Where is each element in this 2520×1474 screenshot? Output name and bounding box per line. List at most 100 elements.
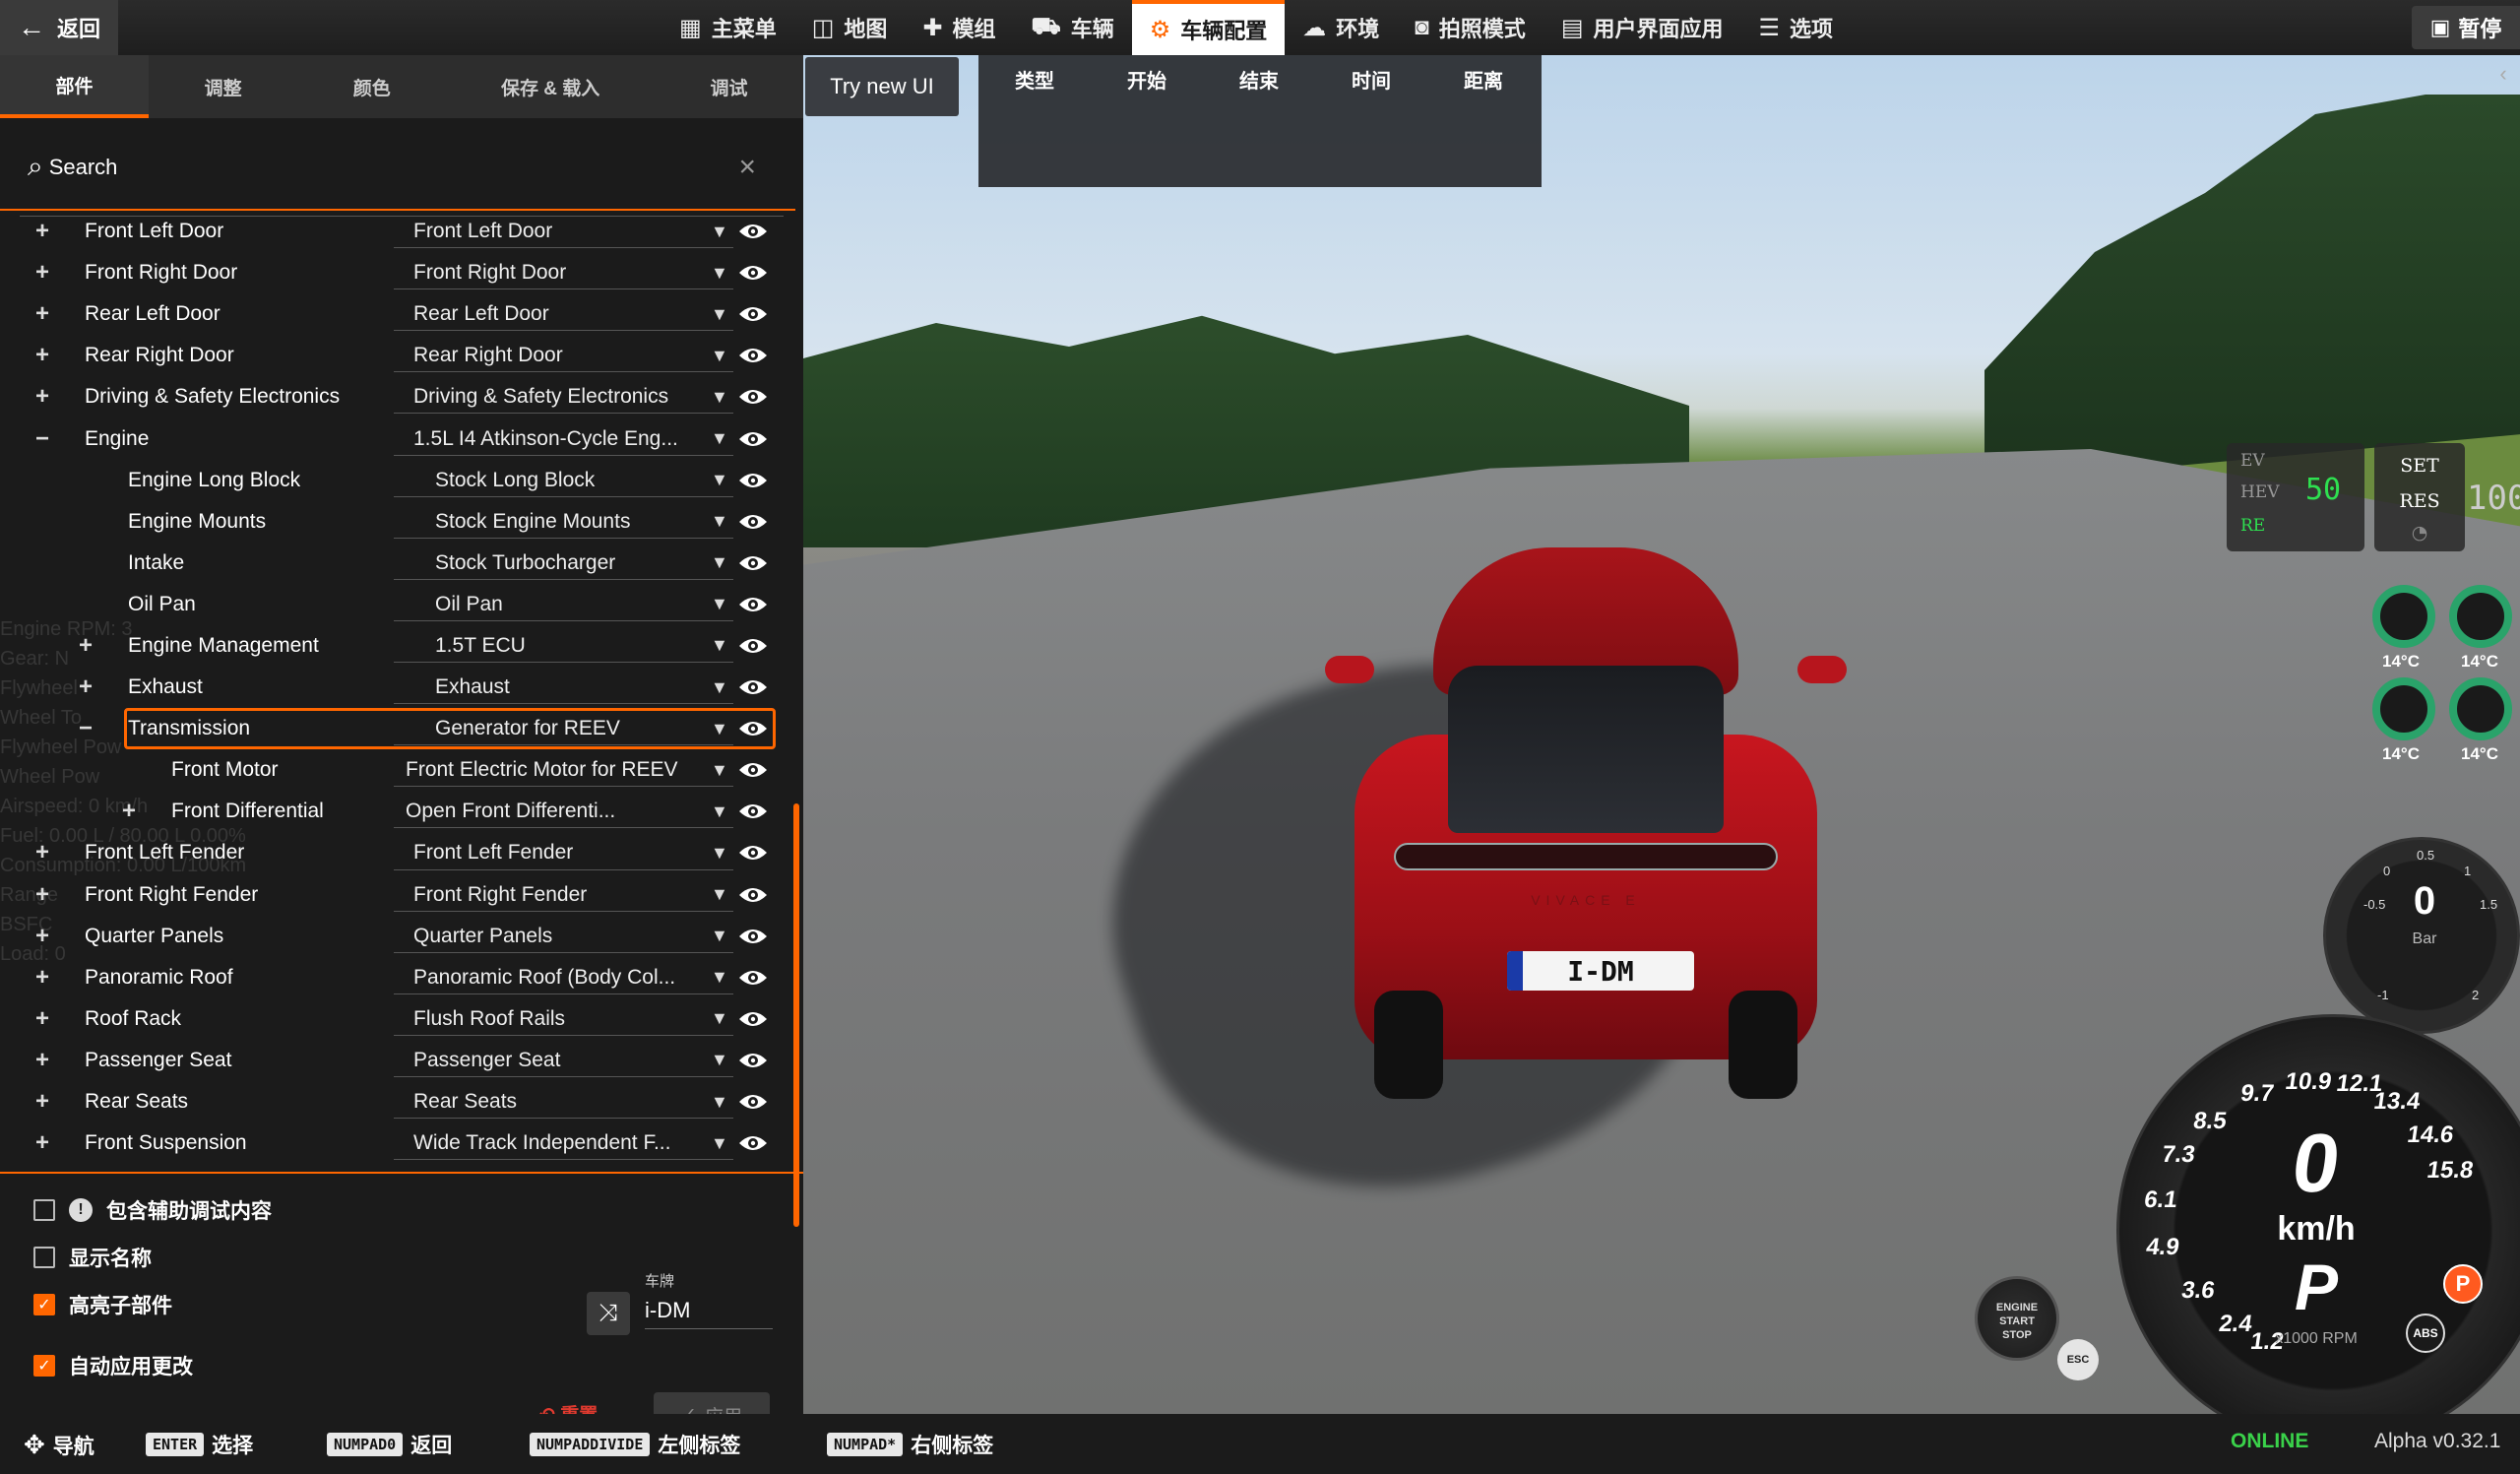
part-value-select[interactable]: Wide Track Independent F...: [413, 1131, 699, 1155]
part-value-select[interactable]: Front Right Fender: [413, 883, 699, 907]
part-value-select[interactable]: Quarter Panels: [413, 925, 699, 948]
clear-search-icon[interactable]: ×: [738, 151, 756, 184]
part-value-select[interactable]: Stock Turbocharger: [435, 551, 721, 575]
part-row[interactable]: + Rear Left Door Rear Left Door ▼: [0, 293, 795, 335]
part-row[interactable]: Oil Pan Oil Pan ▼: [0, 584, 795, 625]
chevron-down-icon[interactable]: ▼: [711, 304, 728, 325]
eye-icon[interactable]: [738, 636, 768, 656]
part-row[interactable]: + Engine Management 1.5T ECU ▼: [0, 625, 795, 667]
part-row[interactable]: + Front Differential Open Front Differenti…: [0, 791, 795, 832]
eye-icon[interactable]: [738, 471, 768, 490]
expand-toggle-icon[interactable]: +: [35, 342, 49, 369]
chevron-down-icon[interactable]: ▼: [711, 428, 728, 449]
part-value-select[interactable]: Exhaust: [435, 675, 721, 699]
part-value-select[interactable]: Stock Engine Mounts: [435, 510, 721, 534]
chevron-down-icon[interactable]: ▼: [711, 263, 728, 284]
part-value-select[interactable]: Generator for REEV: [435, 717, 721, 740]
nav-photo-mode[interactable]: ◙ 拍照模式: [1397, 0, 1544, 55]
chevron-down-icon[interactable]: ▼: [711, 1133, 728, 1154]
part-value-select[interactable]: Front Left Fender: [413, 841, 699, 865]
esc-button[interactable]: ESC: [2057, 1339, 2099, 1380]
expand-toggle-icon[interactable]: +: [35, 300, 49, 328]
expand-toggle-icon[interactable]: +: [35, 1047, 49, 1074]
expand-toggle-icon[interactable]: +: [35, 383, 49, 411]
eye-icon[interactable]: [738, 927, 768, 946]
include-aux-checkbox[interactable]: [33, 1199, 55, 1221]
part-value-select[interactable]: Flush Roof Rails: [413, 1007, 699, 1031]
tab-parts[interactable]: 部件: [0, 55, 150, 118]
expand-toggle-icon[interactable]: +: [35, 1129, 49, 1157]
part-value-select[interactable]: Front Right Door: [413, 261, 699, 285]
part-row[interactable]: + Driving & Safety Electronics Driving & S…: [0, 376, 795, 417]
eye-icon[interactable]: [738, 595, 768, 614]
part-value-select[interactable]: Rear Seats: [413, 1090, 699, 1114]
expand-toggle-icon[interactable]: +: [35, 1088, 49, 1116]
eye-icon[interactable]: [738, 1133, 768, 1153]
chevron-down-icon[interactable]: ▼: [711, 760, 728, 781]
chevron-down-icon[interactable]: ▼: [711, 387, 728, 408]
expand-toggle-icon[interactable]: +: [79, 632, 93, 660]
part-value-select[interactable]: Rear Right Door: [413, 344, 699, 367]
chevron-down-icon[interactable]: ▼: [711, 926, 728, 946]
part-row[interactable]: + Rear Right Door Rear Right Door ▼: [0, 335, 795, 376]
part-row[interactable]: − Transmission Generator for REEV ▼: [0, 708, 795, 750]
chevron-down-icon[interactable]: ▼: [711, 1050, 728, 1070]
part-value-select[interactable]: Stock Long Block: [435, 469, 721, 492]
tab-save-load[interactable]: 保存 & 载入: [446, 55, 655, 118]
highlight-parts-checkbox[interactable]: ✓: [33, 1294, 55, 1315]
eye-icon[interactable]: [738, 222, 768, 241]
eye-icon[interactable]: [738, 801, 768, 821]
part-row[interactable]: + Front Left Fender Front Left Fender ▼: [0, 832, 795, 873]
part-row[interactable]: + Exhaust Exhaust ▼: [0, 667, 795, 708]
eye-icon[interactable]: [738, 1009, 768, 1029]
chevron-down-icon[interactable]: ▼: [711, 719, 728, 739]
nav-vehicles[interactable]: ⛟ 车辆: [1014, 0, 1132, 55]
eye-icon[interactable]: [738, 429, 768, 449]
eye-icon[interactable]: [738, 512, 768, 532]
set-label[interactable]: SET: [2374, 455, 2465, 477]
chevron-down-icon[interactable]: ▼: [711, 1008, 728, 1029]
expand-toggle-icon[interactable]: +: [35, 259, 49, 287]
part-row[interactable]: + Front Right Fender Front Right Fender ▼: [0, 874, 795, 916]
part-row[interactable]: + Front Right Door Front Right Door ▼: [0, 252, 795, 293]
part-value-select[interactable]: Front Electric Motor for REEV: [406, 758, 691, 782]
expand-toggle-icon[interactable]: +: [79, 673, 93, 701]
chevron-down-icon[interactable]: ▼: [711, 843, 728, 864]
part-row[interactable]: + Roof Rack Flush Roof Rails ▼: [0, 998, 795, 1040]
tab-color[interactable]: 颜色: [297, 55, 446, 118]
plate-input[interactable]: i-DM: [645, 1294, 773, 1329]
chevron-down-icon[interactable]: ▼: [711, 470, 728, 490]
eye-icon[interactable]: [738, 968, 768, 988]
chevron-down-icon[interactable]: ▼: [711, 884, 728, 905]
tab-debug[interactable]: 调试: [655, 55, 803, 118]
nav-options[interactable]: ☰ 选项: [1741, 0, 1852, 55]
back-button[interactable]: ← 返回: [0, 0, 118, 55]
expand-toggle-icon[interactable]: +: [35, 1005, 49, 1033]
chevron-down-icon[interactable]: ▼: [711, 801, 728, 822]
eye-icon[interactable]: [738, 263, 768, 283]
chevron-down-icon[interactable]: ▼: [711, 635, 728, 656]
part-value-select[interactable]: Front Left Door: [413, 220, 699, 243]
eye-icon[interactable]: [738, 843, 768, 863]
option-auto-apply[interactable]: ✓ 自动应用更改: [33, 1351, 193, 1380]
part-row[interactable]: + Front Left Door Front Left Door ▼: [0, 211, 795, 252]
expand-toggle-icon[interactable]: +: [35, 881, 49, 909]
expand-toggle-icon[interactable]: −: [35, 425, 49, 453]
eye-icon[interactable]: [738, 553, 768, 573]
part-row[interactable]: Engine Mounts Stock Engine Mounts ▼: [0, 501, 795, 543]
expand-toggle-icon[interactable]: −: [79, 715, 93, 742]
tab-tuning[interactable]: 调整: [149, 55, 297, 118]
part-row[interactable]: Intake Stock Turbocharger ▼: [0, 543, 795, 584]
random-plate-button[interactable]: ⤨: [587, 1292, 630, 1335]
eye-icon[interactable]: [738, 304, 768, 324]
try-new-ui-button[interactable]: Try new UI: [805, 57, 959, 116]
nav-ui-apps[interactable]: ▤ 用户界面应用: [1544, 0, 1741, 55]
pause-button[interactable]: ▣ 暂停: [2412, 6, 2520, 49]
chevron-down-icon[interactable]: ▼: [711, 1092, 728, 1113]
part-row[interactable]: Engine Long Block Stock Long Block ▼: [0, 460, 795, 501]
chevron-down-icon[interactable]: ▼: [711, 677, 728, 698]
res-label[interactable]: RES: [2374, 490, 2465, 512]
eye-icon[interactable]: [738, 885, 768, 905]
part-row[interactable]: Front Motor Front Electric Motor for REEV…: [0, 749, 795, 791]
part-value-select[interactable]: Rear Left Door: [413, 302, 699, 326]
